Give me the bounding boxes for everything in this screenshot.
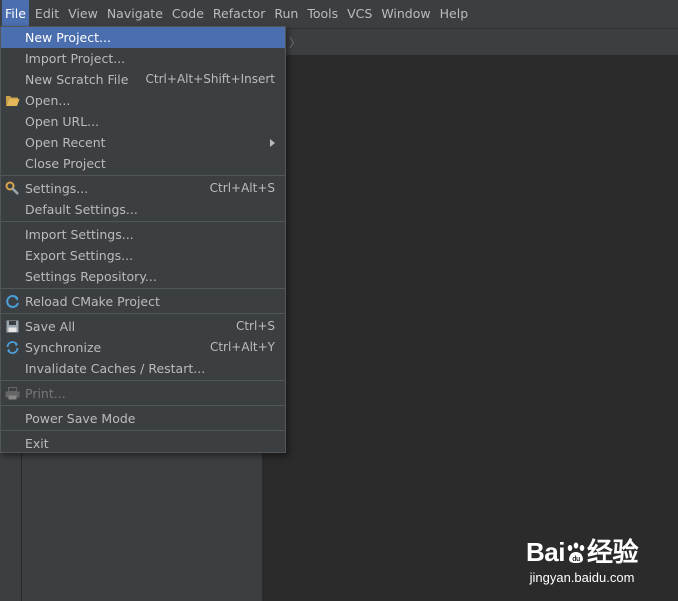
- menu-separator: [1, 221, 285, 222]
- file-menu-dropdown: New Project... Import Project... New Scr…: [0, 26, 286, 453]
- menu-item-exit[interactable]: Exit: [1, 433, 285, 454]
- menu-item-shortcut: Ctrl+Alt+Shift+Insert: [145, 72, 275, 86]
- paw-icon: du: [567, 542, 585, 563]
- menu-item-close-project[interactable]: Close Project: [1, 153, 285, 174]
- menu-item-import-project[interactable]: Import Project...: [1, 48, 285, 69]
- menu-item-synchronize[interactable]: Synchronize Ctrl+Alt+Y: [1, 337, 285, 358]
- menu-item-label: Reload CMake Project: [25, 294, 160, 309]
- menu-item-label: Save All: [25, 319, 76, 334]
- menu-file[interactable]: File: [2, 0, 29, 28]
- menu-run[interactable]: Run: [271, 0, 301, 28]
- menu-code[interactable]: Code: [169, 0, 207, 28]
- menu-item-default-settings[interactable]: Default Settings...: [1, 199, 285, 220]
- menu-bar: File Edit View Navigate Code Refactor Ru…: [0, 0, 678, 29]
- paw-text: du: [572, 556, 580, 563]
- watermark-logo-text-b: 经验: [586, 537, 639, 567]
- menu-tools[interactable]: Tools: [304, 0, 341, 28]
- menu-item-new-scratch-file[interactable]: New Scratch File Ctrl+Alt+Shift+Insert: [1, 69, 285, 90]
- menu-separator: [1, 380, 285, 381]
- menu-item-label: Invalidate Caches / Restart...: [25, 361, 206, 376]
- menu-separator: [1, 288, 285, 289]
- menu-view[interactable]: View: [65, 0, 101, 28]
- menu-item-shortcut: Ctrl+Alt+Y: [209, 340, 275, 354]
- menu-help[interactable]: Help: [437, 0, 472, 28]
- menu-item-label: Settings Repository...: [25, 269, 157, 284]
- menu-item-label: Open Recent: [25, 135, 106, 150]
- menu-item-reload-cmake-project[interactable]: Reload CMake Project: [1, 291, 285, 312]
- menu-item-label: New Project...: [25, 30, 111, 45]
- menu-item-open-url[interactable]: Open URL...: [1, 111, 285, 132]
- sync-icon: [5, 340, 20, 355]
- menu-item-open[interactable]: Open...: [1, 90, 285, 111]
- menu-refactor[interactable]: Refactor: [210, 0, 268, 28]
- submenu-arrow-icon: [270, 138, 275, 147]
- menu-item-label: Import Settings...: [25, 227, 134, 242]
- menu-item-import-settings[interactable]: Import Settings...: [1, 224, 285, 245]
- menu-vcs[interactable]: VCS: [344, 0, 375, 28]
- menu-item-new-project[interactable]: New Project...: [1, 27, 285, 48]
- menu-item-settings[interactable]: Settings... Ctrl+Alt+S: [1, 178, 285, 199]
- menu-item-label: Synchronize: [25, 340, 102, 355]
- editor-area[interactable]: [263, 56, 678, 601]
- menu-item-label: Close Project: [25, 156, 106, 171]
- menu-item-label: Print...: [25, 386, 66, 401]
- menu-item-label: New Scratch File: [25, 72, 129, 87]
- wrench-icon: [5, 181, 20, 196]
- menu-item-label: Open URL...: [25, 114, 100, 129]
- watermark-url: jingyan.baidu.com: [529, 570, 635, 585]
- menu-item-invalidate-caches[interactable]: Invalidate Caches / Restart...: [1, 358, 285, 379]
- menu-item-shortcut: Ctrl+S: [235, 319, 275, 333]
- menu-item-print: Print...: [1, 383, 285, 404]
- menu-item-label: Default Settings...: [25, 202, 138, 217]
- menu-item-shortcut: Ctrl+Alt+S: [209, 181, 275, 195]
- menu-item-label: Exit: [25, 436, 49, 451]
- printer-icon: [5, 386, 20, 401]
- breadcrumb-chevron-icon: 〉: [289, 36, 302, 50]
- editor-tab-bar: 〉: [263, 29, 678, 56]
- menu-window[interactable]: Window: [378, 0, 433, 28]
- menu-item-label: Settings...: [25, 181, 89, 196]
- menu-item-open-recent[interactable]: Open Recent: [1, 132, 285, 153]
- menu-separator: [1, 405, 285, 406]
- menu-item-power-save-mode[interactable]: Power Save Mode: [1, 408, 285, 429]
- reload-icon: [5, 294, 20, 309]
- watermark-logo-text-a: Bai: [526, 537, 565, 567]
- menu-separator: [1, 313, 285, 314]
- baidu-jingyan-watermark: Bai du 经验 jingyan.baidu.com: [526, 532, 638, 585]
- menu-item-save-all[interactable]: Save All Ctrl+S: [1, 316, 285, 337]
- menu-separator: [1, 175, 285, 176]
- folder-icon: [5, 93, 20, 108]
- menu-item-label: Power Save Mode: [25, 411, 136, 426]
- watermark-logo: Bai du 经验: [526, 532, 638, 569]
- menu-item-export-settings[interactable]: Export Settings...: [1, 245, 285, 266]
- menu-item-label: Export Settings...: [25, 248, 134, 263]
- menu-item-label: Open...: [25, 93, 71, 108]
- menu-item-settings-repository[interactable]: Settings Repository...: [1, 266, 285, 287]
- menu-navigate[interactable]: Navigate: [104, 0, 166, 28]
- save-icon: [5, 319, 20, 334]
- menu-separator: [1, 430, 285, 431]
- menu-item-label: Import Project...: [25, 51, 126, 66]
- menu-edit[interactable]: Edit: [32, 0, 62, 28]
